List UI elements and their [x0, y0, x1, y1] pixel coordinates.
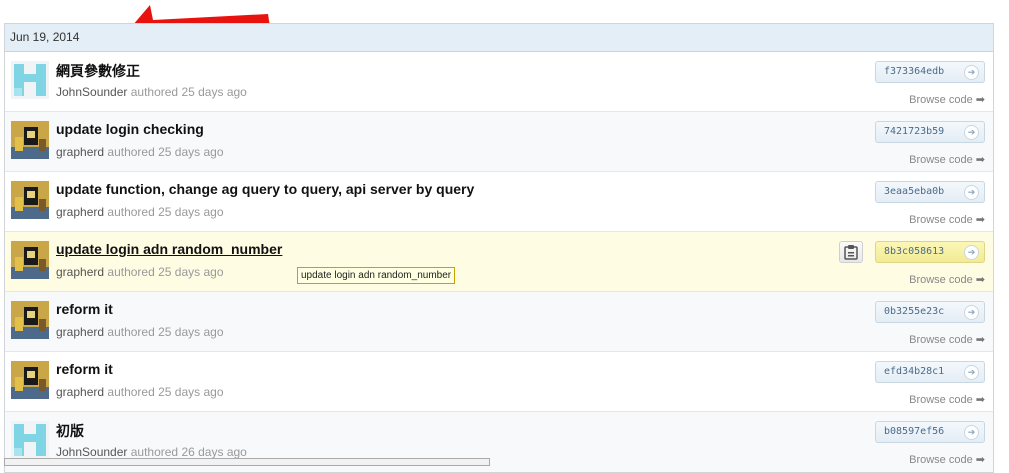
- meta-time: 25 days ago: [158, 265, 224, 279]
- commit-row: update function, change ag query to quer…: [5, 172, 993, 232]
- commit-meta: grapherd authored 25 days ago: [56, 145, 224, 159]
- commit-meta: grapherd authored 25 days ago: [56, 205, 224, 219]
- browse-label: Browse code: [909, 454, 973, 466]
- browse-code-link[interactable]: Browse code ➡: [909, 213, 985, 226]
- commit-meta: JohnSounder authored 26 days ago: [56, 445, 247, 459]
- browse-code-link[interactable]: Browse code ➡: [909, 453, 985, 466]
- browse-code-link[interactable]: Browse code ➡: [909, 273, 985, 286]
- sha-button[interactable]: b08597ef56 ➔: [875, 421, 985, 443]
- meta-action: authored: [130, 445, 179, 459]
- arrow-right-icon[interactable]: ➔: [964, 185, 979, 200]
- user-photo-avatar[interactable]: [11, 361, 49, 399]
- meta-action: authored: [107, 265, 155, 279]
- arrow-right-icon: ➡: [975, 454, 985, 466]
- commit-row: reform it grapherd authored 25 days ago …: [5, 352, 993, 412]
- commit-message-link[interactable]: update function, change ag query to quer…: [56, 181, 474, 197]
- commit-meta: JohnSounder authored 25 days ago: [56, 85, 247, 99]
- author-link[interactable]: grapherd: [56, 145, 104, 159]
- sha-label: f373364edb: [884, 66, 945, 77]
- arrow-right-icon: ➡: [975, 274, 985, 286]
- user-photo-avatar[interactable]: [11, 301, 49, 339]
- arrow-right-icon: ➡: [975, 214, 985, 226]
- arrow-right-icon[interactable]: ➔: [964, 125, 979, 140]
- commit-message-link[interactable]: reform it: [56, 301, 113, 317]
- author-link[interactable]: JohnSounder: [56, 445, 127, 459]
- commit-message-link[interactable]: update login checking: [56, 121, 204, 137]
- commit-tooltip: update login adn random_number: [297, 267, 456, 284]
- user-photo-avatar[interactable]: [11, 241, 49, 279]
- arrow-right-icon[interactable]: ➔: [964, 65, 979, 80]
- author-link[interactable]: grapherd: [56, 325, 104, 339]
- sha-button[interactable]: 8b3c058613 ➔: [875, 241, 985, 263]
- commit-message-link[interactable]: 初版: [56, 421, 84, 441]
- sha-label: efd34b28c1: [884, 366, 945, 377]
- meta-time: 25 days ago: [181, 85, 247, 99]
- arrow-right-icon: ➡: [975, 94, 985, 106]
- commit-message-link[interactable]: 網頁參數修正: [56, 61, 140, 81]
- sha-button[interactable]: f373364edb ➔: [875, 61, 985, 83]
- browse-label: Browse code: [909, 214, 973, 226]
- copy-sha-button[interactable]: [839, 241, 863, 263]
- sha-button[interactable]: 0b3255e23c ➔: [875, 301, 985, 323]
- meta-action: authored: [107, 325, 155, 339]
- identicon-avatar[interactable]: [11, 61, 49, 99]
- meta-action: authored: [107, 145, 155, 159]
- meta-time: 25 days ago: [158, 145, 224, 159]
- arrow-right-icon: ➡: [975, 334, 985, 346]
- browse-label: Browse code: [909, 94, 973, 106]
- commit-row: 網頁參數修正 JohnSounder authored 25 days ago …: [5, 52, 993, 112]
- commit-row: update login checking grapherd authored …: [5, 112, 993, 172]
- sha-label: 8b3c058613: [884, 246, 945, 257]
- commit-row: reform it grapherd authored 25 days ago …: [5, 292, 993, 352]
- identicon-avatar[interactable]: [11, 421, 49, 459]
- browse-code-link[interactable]: Browse code ➡: [909, 393, 985, 406]
- browse-code-link[interactable]: Browse code ➡: [909, 153, 985, 166]
- user-photo-avatar[interactable]: [11, 181, 49, 219]
- commit-list: Jun 19, 2014 網頁參數修正 JohnSounder authored…: [4, 23, 994, 473]
- meta-time: 25 days ago: [158, 325, 224, 339]
- author-link[interactable]: grapherd: [56, 205, 104, 219]
- meta-time: 25 days ago: [158, 385, 224, 399]
- commit-message-link[interactable]: update login adn random_number: [56, 241, 282, 257]
- arrow-right-icon: ➡: [975, 394, 985, 406]
- meta-action: authored: [107, 385, 155, 399]
- user-photo-avatar[interactable]: [11, 121, 49, 159]
- browse-label: Browse code: [909, 154, 973, 166]
- browser-status-bar: [4, 458, 490, 466]
- sha-label: 3eaa5eba0b: [884, 186, 945, 197]
- arrow-right-icon[interactable]: ➔: [964, 245, 979, 260]
- author-link[interactable]: grapherd: [56, 385, 104, 399]
- sha-label: b08597ef56: [884, 426, 945, 437]
- arrow-right-icon[interactable]: ➔: [964, 305, 979, 320]
- author-link[interactable]: grapherd: [56, 265, 104, 279]
- commit-meta: grapherd authored 25 days ago: [56, 385, 224, 399]
- meta-action: authored: [130, 85, 179, 99]
- meta-time: 26 days ago: [181, 445, 247, 459]
- sha-button[interactable]: efd34b28c1 ➔: [875, 361, 985, 383]
- browse-label: Browse code: [909, 394, 973, 406]
- commit-message-link[interactable]: reform it: [56, 361, 113, 377]
- arrow-right-icon[interactable]: ➔: [964, 365, 979, 380]
- sha-button[interactable]: 3eaa5eba0b ➔: [875, 181, 985, 203]
- browse-code-link[interactable]: Browse code ➡: [909, 333, 985, 346]
- arrow-right-icon[interactable]: ➔: [964, 425, 979, 440]
- arrow-right-icon: ➡: [975, 154, 985, 166]
- clipboard-icon: [844, 245, 858, 260]
- browse-label: Browse code: [909, 274, 973, 286]
- date-header: Jun 19, 2014: [5, 24, 993, 52]
- commit-row-hovered: update login adn random_number grapherd …: [5, 232, 993, 292]
- meta-time: 25 days ago: [158, 205, 224, 219]
- browse-code-link[interactable]: Browse code ➡: [909, 93, 985, 106]
- meta-action: authored: [107, 205, 155, 219]
- sha-label: 7421723b59: [884, 126, 945, 137]
- sha-button[interactable]: 7421723b59 ➔: [875, 121, 985, 143]
- commit-meta: grapherd authored 25 days ago: [56, 325, 224, 339]
- author-link[interactable]: JohnSounder: [56, 85, 127, 99]
- browse-label: Browse code: [909, 334, 973, 346]
- commit-meta: grapherd authored 25 days ago: [56, 265, 224, 279]
- sha-label: 0b3255e23c: [884, 306, 945, 317]
